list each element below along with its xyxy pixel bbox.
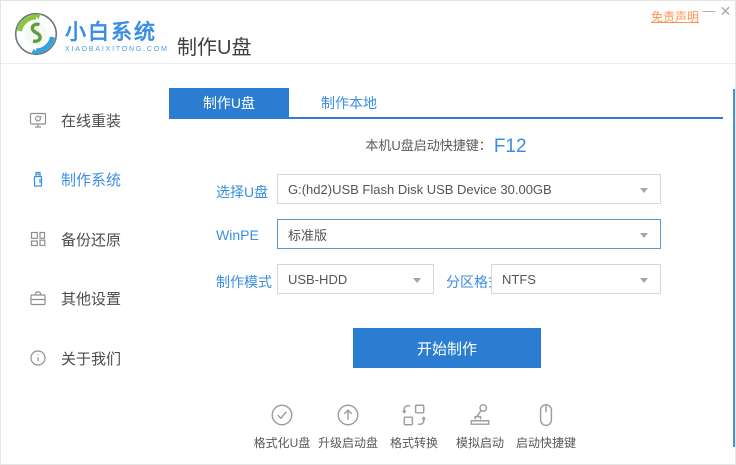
disclaimer-link[interactable]: 免责声明 <box>651 8 699 25</box>
tool-label: 升级启动盘 <box>317 436 378 450</box>
mouse-icon <box>539 404 553 426</box>
header-divider <box>1 63 735 64</box>
tab-make-usb[interactable]: 制作U盘 <box>169 88 289 119</box>
winpe-dropdown[interactable]: 标准版 <box>277 219 661 249</box>
dropdown-caret-icon <box>413 278 421 283</box>
sidebar-item-make-system[interactable]: 制作系统 <box>29 168 121 190</box>
sidebar-item-label: 制作系统 <box>61 171 122 189</box>
partition-format-value: NTFS <box>502 271 536 287</box>
make-mode-dropdown[interactable]: USB-HDD <box>277 264 434 294</box>
boot-hotkey-value: F12 <box>493 136 527 157</box>
partition-format-dropdown[interactable]: NTFS <box>491 264 661 294</box>
make-mode-value: USB-HDD <box>288 271 348 287</box>
minimize-button[interactable]: — <box>702 3 716 18</box>
tool-format-usb[interactable]: 格式化U盘 <box>249 402 315 451</box>
info-icon <box>30 350 46 366</box>
backup-grid-icon <box>30 231 46 247</box>
start-make-button[interactable]: 开始制作 <box>353 328 541 368</box>
tool-label: 格式化U盘 <box>253 436 311 450</box>
tool-simulate-boot[interactable]: 模拟启动 <box>447 402 513 451</box>
boot-hotkey-line: 本机U盘启动快捷键： F12 <box>169 135 723 158</box>
monitor-icon <box>29 112 47 128</box>
select-usb-label: 选择U盘 <box>216 184 269 200</box>
boot-hotkey-label: 本机U盘启动快捷键： <box>365 138 492 153</box>
upgrade-circle-icon <box>337 404 359 426</box>
tool-label: 格式转换 <box>389 436 438 450</box>
tool-upgrade-boot-disk[interactable]: 升级启动盘 <box>315 402 381 451</box>
window-right-accent <box>733 89 735 447</box>
page-title: 制作U盘 <box>177 37 252 59</box>
app-logo-icon <box>14 12 58 61</box>
usb-drive-icon <box>33 171 43 187</box>
sidebar-item-other-settings[interactable]: 其他设置 <box>29 287 121 309</box>
sidebar-item-online-reinstall[interactable]: 在线重装 <box>29 109 121 131</box>
sidebar-item-label: 备份还原 <box>61 231 122 249</box>
app-logo: 小白系统 XIAOBAIXITONG.COM <box>14 12 169 61</box>
tab-bar: 制作U盘 制作本地 <box>169 88 723 119</box>
tool-label: 启动快捷键 <box>515 436 576 450</box>
dropdown-caret-icon <box>640 233 648 238</box>
sidebar-item-label: 其他设置 <box>61 290 122 308</box>
tab-make-local[interactable]: 制作本地 <box>289 88 409 119</box>
sidebar-item-label: 在线重装 <box>61 112 122 130</box>
joystick-icon <box>470 404 490 425</box>
convert-icon <box>402 404 426 426</box>
tool-format-convert[interactable]: 格式转换 <box>381 402 447 451</box>
winpe-value: 标准版 <box>288 227 328 243</box>
toolbox-icon <box>30 291 46 306</box>
sidebar-item-about-us[interactable]: 关于我们 <box>29 347 121 369</box>
select-usb-value: G:(hd2)USB Flash Disk USB Device 30.00GB <box>288 181 552 197</box>
app-window: 小白系统 XIAOBAIXITONG.COM 制作U盘 免责声明 — ✕ 在线重… <box>0 0 736 465</box>
select-usb-dropdown[interactable]: G:(hd2)USB Flash Disk USB Device 30.00GB <box>277 174 661 204</box>
make-mode-label: 制作模式 <box>216 274 272 290</box>
dropdown-caret-icon <box>640 188 648 193</box>
sidebar-item-label: 关于我们 <box>61 350 122 368</box>
sidebar-item-backup-restore[interactable]: 备份还原 <box>29 228 121 250</box>
check-circle-icon <box>271 404 293 426</box>
footer-toolbar: 格式化U盘 升级启动盘 格式转换 模拟启动 启动快捷键 <box>249 402 579 451</box>
winpe-label: WinPE <box>216 227 259 243</box>
tool-boot-hotkey[interactable]: 启动快捷键 <box>513 402 579 451</box>
tool-label: 模拟启动 <box>455 436 504 450</box>
close-button[interactable]: ✕ <box>718 3 733 20</box>
app-domain: XIAOBAIXITONG.COM <box>65 46 169 53</box>
app-name: 小白系统 <box>65 21 157 44</box>
dropdown-caret-icon <box>640 278 648 283</box>
